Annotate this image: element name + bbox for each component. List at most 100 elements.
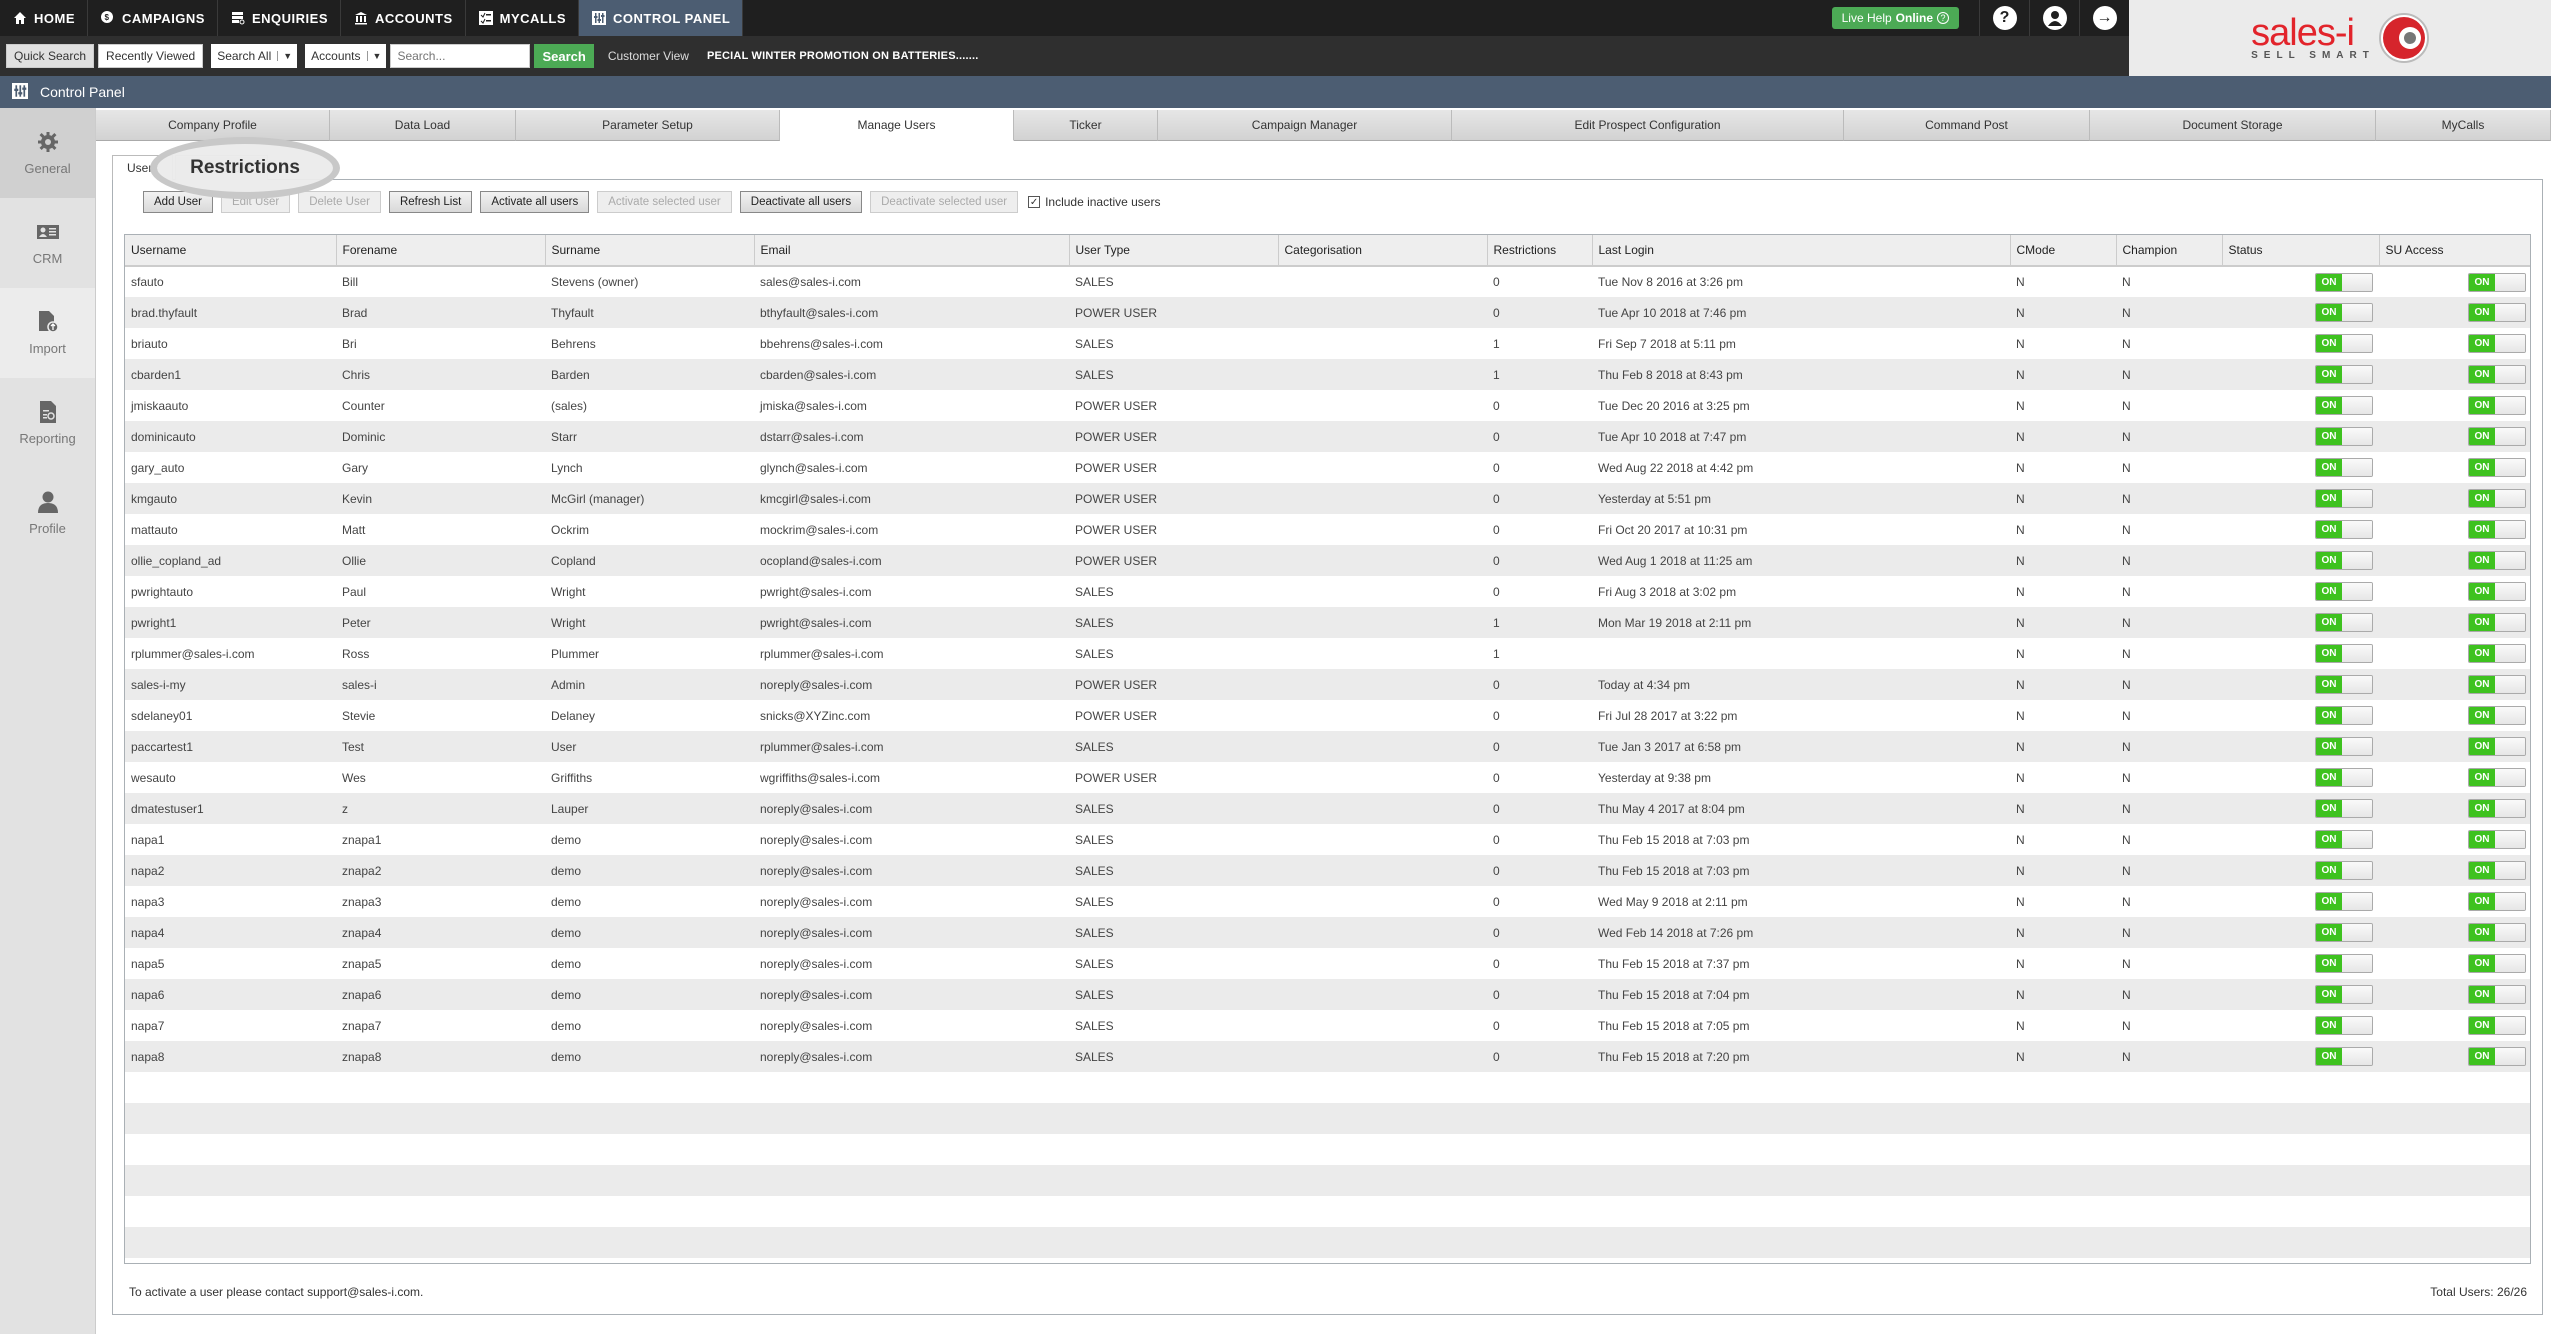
column-header-surname[interactable]: Surname: [545, 235, 755, 267]
search-type-select[interactable]: Accounts ▼: [305, 44, 387, 68]
table-row[interactable]: dominicauto Dominic Starr dstarr@sales-i.co…: [125, 421, 2530, 452]
status-toggle[interactable]: ON: [2315, 892, 2373, 911]
table-row[interactable]: paccartest1 Test User rplummer@sales-i.com S…: [125, 731, 2530, 762]
su-access-toggle[interactable]: ON: [2468, 582, 2526, 601]
table-row[interactable]: dmatestuser1 z Lauper noreply@sales-i.com SA…: [125, 793, 2530, 824]
quick-search-button[interactable]: Quick Search: [6, 44, 95, 68]
table-row[interactable]: napa7 znapa7 demo noreply@sales-i.com SALES 0…: [125, 1010, 2530, 1041]
status-toggle[interactable]: ON: [2315, 861, 2373, 880]
nav-control-panel[interactable]: CONTROL PANEL: [579, 0, 744, 36]
column-header-cmode[interactable]: CMode: [2010, 235, 2117, 267]
status-toggle[interactable]: ON: [2315, 272, 2373, 292]
status-toggle[interactable]: ON: [2315, 675, 2373, 694]
column-header-user-type[interactable]: User Type: [1069, 235, 1279, 267]
table-row[interactable]: sales-i-my sales-i Admin noreply@sales-i.co…: [125, 669, 2530, 700]
table-row[interactable]: rplummer@sales-i.com Ross Plummer rplummer@…: [125, 638, 2530, 669]
table-row[interactable]: napa5 znapa5 demo noreply@sales-i.com SALES 0…: [125, 948, 2530, 979]
search-scope-select[interactable]: Search All ▼: [211, 44, 298, 68]
table-row[interactable]: napa8 znapa8 demo noreply@sales-i.com SALES 0…: [125, 1041, 2530, 1072]
column-header-categorisation[interactable]: Categorisation: [1278, 235, 1488, 267]
table-row[interactable]: briauto Bri Behrens bbehrens@sales-i.com SAL…: [125, 328, 2530, 359]
refresh-list-button[interactable]: Refresh List: [388, 191, 473, 213]
su-access-toggle[interactable]: ON: [2468, 892, 2526, 911]
table-row[interactable]: napa6 znapa6 demo noreply@sales-i.com SALES 0…: [125, 979, 2530, 1010]
recently-viewed-button[interactable]: Recently Viewed: [98, 44, 204, 68]
sidebar-item-profile[interactable]: Profile: [0, 468, 95, 558]
status-toggle[interactable]: ON: [2315, 706, 2373, 725]
su-access-toggle[interactable]: ON: [2468, 923, 2526, 942]
su-access-toggle[interactable]: ON: [2468, 551, 2526, 570]
status-toggle[interactable]: ON: [2315, 799, 2373, 818]
su-access-toggle[interactable]: ON: [2468, 427, 2526, 446]
table-row[interactable]: mattauto Matt Ockrim mockrim@sales-i.com POW…: [125, 514, 2530, 545]
tab-edit-prospect-configuration[interactable]: Edit Prospect Configuration: [1452, 110, 1844, 141]
status-toggle[interactable]: ON: [2315, 923, 2373, 942]
su-access-toggle[interactable]: ON: [2468, 272, 2526, 292]
column-header-email[interactable]: Email: [754, 235, 1070, 267]
sidebar-item-general[interactable]: General: [0, 108, 95, 198]
customer-view-link[interactable]: Customer View: [608, 49, 689, 63]
status-toggle[interactable]: ON: [2315, 396, 2373, 415]
su-access-toggle[interactable]: ON: [2468, 365, 2526, 384]
table-row[interactable]: napa4 znapa4 demo noreply@sales-i.com SALES 0…: [125, 917, 2530, 948]
nav-home[interactable]: HOME: [0, 0, 88, 36]
sidebar-item-crm[interactable]: CRM: [0, 198, 95, 288]
sidebar-item-import[interactable]: Import: [0, 288, 95, 378]
status-toggle[interactable]: ON: [2315, 334, 2373, 353]
column-header-restrictions[interactable]: Restrictions: [1487, 235, 1593, 267]
status-toggle[interactable]: ON: [2315, 365, 2373, 384]
su-access-toggle[interactable]: ON: [2468, 520, 2526, 539]
tab-command-post[interactable]: Command Post: [1844, 110, 2090, 141]
deactivate-all-users-button[interactable]: Deactivate all users: [739, 191, 863, 213]
table-row[interactable]: napa1 znapa1 demo noreply@sales-i.com SALES 0…: [125, 824, 2530, 855]
table-row[interactable]: ollie_copland_ad Ollie Copland ocopland@sal…: [125, 545, 2530, 576]
column-header-forename[interactable]: Forename: [336, 235, 546, 267]
status-toggle[interactable]: ON: [2315, 954, 2373, 973]
status-toggle[interactable]: ON: [2315, 458, 2373, 477]
help-button[interactable]: ?: [1979, 0, 2029, 36]
su-access-toggle[interactable]: ON: [2468, 799, 2526, 818]
su-access-toggle[interactable]: ON: [2468, 954, 2526, 973]
su-access-toggle[interactable]: ON: [2468, 1047, 2526, 1066]
live-help-button[interactable]: Live Help Online ?: [1831, 7, 1959, 29]
delete-user-button[interactable]: Delete User: [298, 191, 381, 213]
logout-button[interactable]: →: [2079, 0, 2129, 36]
su-access-toggle[interactable]: ON: [2468, 334, 2526, 353]
column-header-last-login[interactable]: Last Login: [1592, 235, 2011, 267]
table-row[interactable]: sdelaney01 Stevie Delaney snicks@XYZinc.com…: [125, 700, 2530, 731]
activate-selected-user-button[interactable]: Activate selected user: [597, 191, 732, 213]
status-toggle[interactable]: ON: [2315, 613, 2373, 632]
status-toggle[interactable]: ON: [2315, 520, 2373, 539]
su-access-toggle[interactable]: ON: [2468, 613, 2526, 632]
status-toggle[interactable]: ON: [2315, 1047, 2373, 1066]
tab-manage-users[interactable]: Manage Users: [780, 110, 1014, 141]
su-access-toggle[interactable]: ON: [2468, 303, 2526, 322]
table-row[interactable]: gary_auto Gary Lynch glynch@sales-i.com POWE…: [125, 452, 2530, 483]
tab-data-load[interactable]: Data Load: [330, 110, 516, 141]
column-header-status[interactable]: Status: [2222, 235, 2380, 267]
status-toggle[interactable]: ON: [2315, 582, 2373, 601]
tab-ticker[interactable]: Ticker: [1014, 110, 1158, 141]
su-access-toggle[interactable]: ON: [2468, 706, 2526, 725]
su-access-toggle[interactable]: ON: [2468, 768, 2526, 787]
tab-parameter-setup[interactable]: Parameter Setup: [516, 110, 780, 141]
table-row[interactable]: kmgauto Kevin McGirl (manager) kmcgirl@sale…: [125, 483, 2530, 514]
nav-accounts[interactable]: ACCOUNTS: [341, 0, 466, 36]
table-row[interactable]: pwrightauto Paul Wright pwright@sales-i.com…: [125, 576, 2530, 607]
su-access-toggle[interactable]: ON: [2468, 1016, 2526, 1035]
column-header-champion[interactable]: Champion: [2116, 235, 2223, 267]
column-header-su-access[interactable]: SU Access: [2379, 235, 2530, 267]
tab-mycalls[interactable]: MyCalls: [2376, 110, 2551, 141]
tab-campaign-manager[interactable]: Campaign Manager: [1158, 110, 1452, 141]
status-toggle[interactable]: ON: [2315, 1016, 2373, 1035]
su-access-toggle[interactable]: ON: [2468, 396, 2526, 415]
table-row[interactable]: sfauto Bill Stevens (owner) sales@sales-i.c…: [125, 266, 2530, 297]
su-access-toggle[interactable]: ON: [2468, 737, 2526, 756]
status-toggle[interactable]: ON: [2315, 768, 2373, 787]
table-row[interactable]: napa3 znapa3 demo noreply@sales-i.com SALES 0…: [125, 886, 2530, 917]
nav-campaigns[interactable]: $ CAMPAIGNS: [88, 0, 218, 36]
deactivate-selected-user-button[interactable]: Deactivate selected user: [870, 191, 1019, 213]
status-toggle[interactable]: ON: [2315, 985, 2373, 1004]
table-row[interactable]: napa2 znapa2 demo noreply@sales-i.com SALES 0…: [125, 855, 2530, 886]
status-toggle[interactable]: ON: [2315, 489, 2373, 508]
